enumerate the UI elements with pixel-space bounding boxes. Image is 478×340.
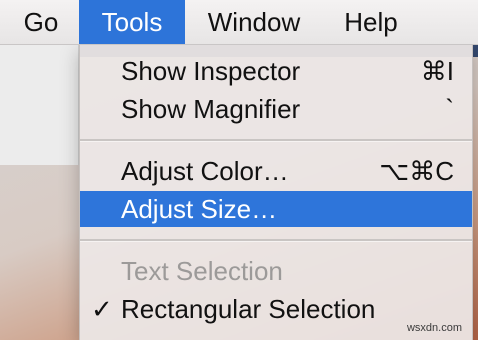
menu-item-label: Text Selection [121, 256, 283, 286]
menu-item-shortcut: ` [445, 94, 454, 124]
menu-item-shortcut: ⌥⌘C [379, 156, 454, 186]
menubar-help[interactable]: Help [326, 0, 416, 44]
menubar-go[interactable]: Go [8, 0, 74, 44]
menu-item-label: Adjust Color… [121, 156, 289, 186]
menu-item-show-magnifier[interactable]: Show Magnifier ` [80, 91, 472, 127]
menu-item-adjust-color[interactable]: Adjust Color… ⌥⌘C [80, 153, 472, 189]
menu-item-label: Rectangular Selection [121, 294, 376, 324]
menu-item-show-inspector[interactable]: Show Inspector ⌘I [80, 53, 472, 89]
menu-item-label: Adjust Size… [121, 194, 278, 224]
checkmark-icon: ✓ [91, 294, 113, 324]
menu-item-shortcut: ⌘I [420, 56, 454, 86]
menu-separator [80, 139, 472, 142]
menu-item-adjust-size[interactable]: Adjust Size… [80, 191, 472, 227]
tools-menu: Show Inspector ⌘I Show Magnifier ` Adjus… [79, 45, 473, 340]
menu-item-text-selection: Text Selection [80, 253, 472, 289]
menubar-tools[interactable]: Tools [79, 0, 185, 44]
menubar-window[interactable]: Window [190, 0, 318, 44]
menu-separator [80, 239, 472, 242]
watermark: wsxdn.com [406, 322, 462, 334]
window-edge [0, 45, 79, 165]
menu-item-label: Show Inspector [121, 56, 301, 86]
menu-bar: Go Tools Window Help [0, 0, 478, 45]
menu-item-label: Show Magnifier [121, 94, 301, 124]
